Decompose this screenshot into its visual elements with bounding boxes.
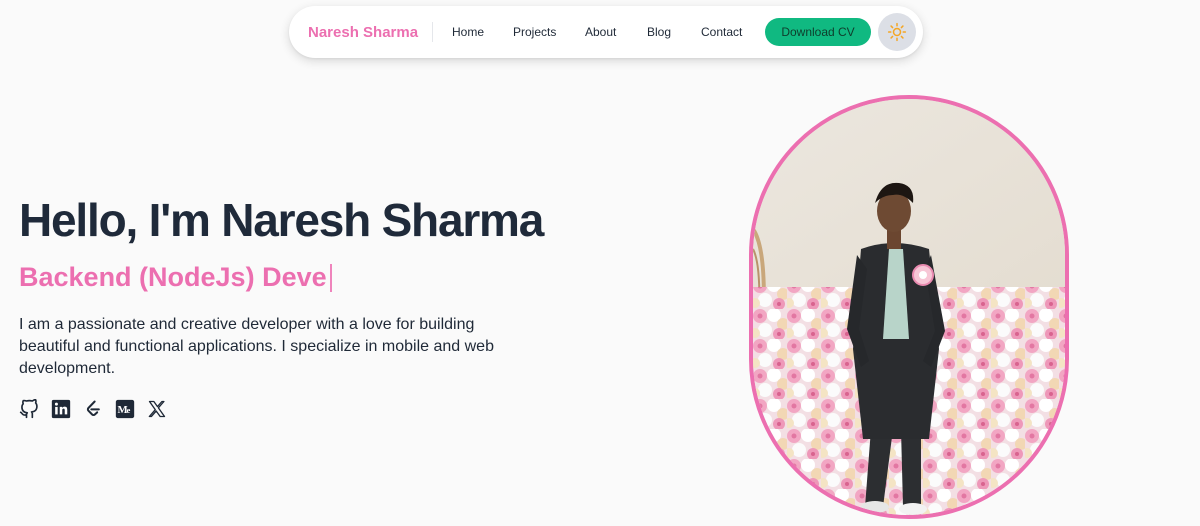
x-link[interactable] bbox=[147, 399, 167, 419]
hero-role: Backend (NodeJs) Deve bbox=[19, 262, 332, 293]
leetcode-link[interactable] bbox=[83, 399, 103, 419]
nav-link-contact[interactable]: Contact bbox=[701, 6, 742, 58]
navbar: Naresh Sharma Home Projects About Blog C… bbox=[289, 6, 923, 58]
github-link[interactable] bbox=[19, 399, 39, 419]
profile-photo bbox=[753, 99, 1065, 515]
download-cv-button[interactable]: Download CV bbox=[765, 18, 871, 46]
nav-link-about[interactable]: About bbox=[585, 6, 616, 58]
hero-description: I am a passionate and creative developer… bbox=[19, 316, 494, 377]
leetcode-icon bbox=[86, 400, 100, 417]
nav-link-blog[interactable]: Blog bbox=[647, 6, 671, 58]
profile-photo-frame bbox=[749, 95, 1069, 519]
nav-link-home[interactable]: Home bbox=[452, 6, 484, 58]
social-links: M e bbox=[19, 399, 167, 419]
nav-link-projects[interactable]: Projects bbox=[513, 6, 556, 58]
medium-link[interactable]: M e bbox=[115, 399, 135, 419]
medium-icon: M e bbox=[115, 399, 135, 419]
sun-icon bbox=[887, 22, 907, 42]
nav-divider bbox=[432, 22, 433, 42]
github-icon bbox=[19, 399, 38, 419]
svg-text:e: e bbox=[127, 406, 131, 415]
linkedin-icon bbox=[51, 399, 71, 419]
hero-role-text: Backend (NodeJs) Deve bbox=[19, 262, 327, 292]
x-icon bbox=[148, 400, 166, 418]
typing-caret bbox=[329, 263, 332, 292]
hero-title: Hello, I'm Naresh Sharma bbox=[19, 194, 544, 246]
theme-toggle-button[interactable] bbox=[878, 13, 916, 51]
brand-logo[interactable]: Naresh Sharma bbox=[308, 6, 418, 58]
linkedin-link[interactable] bbox=[51, 399, 71, 419]
